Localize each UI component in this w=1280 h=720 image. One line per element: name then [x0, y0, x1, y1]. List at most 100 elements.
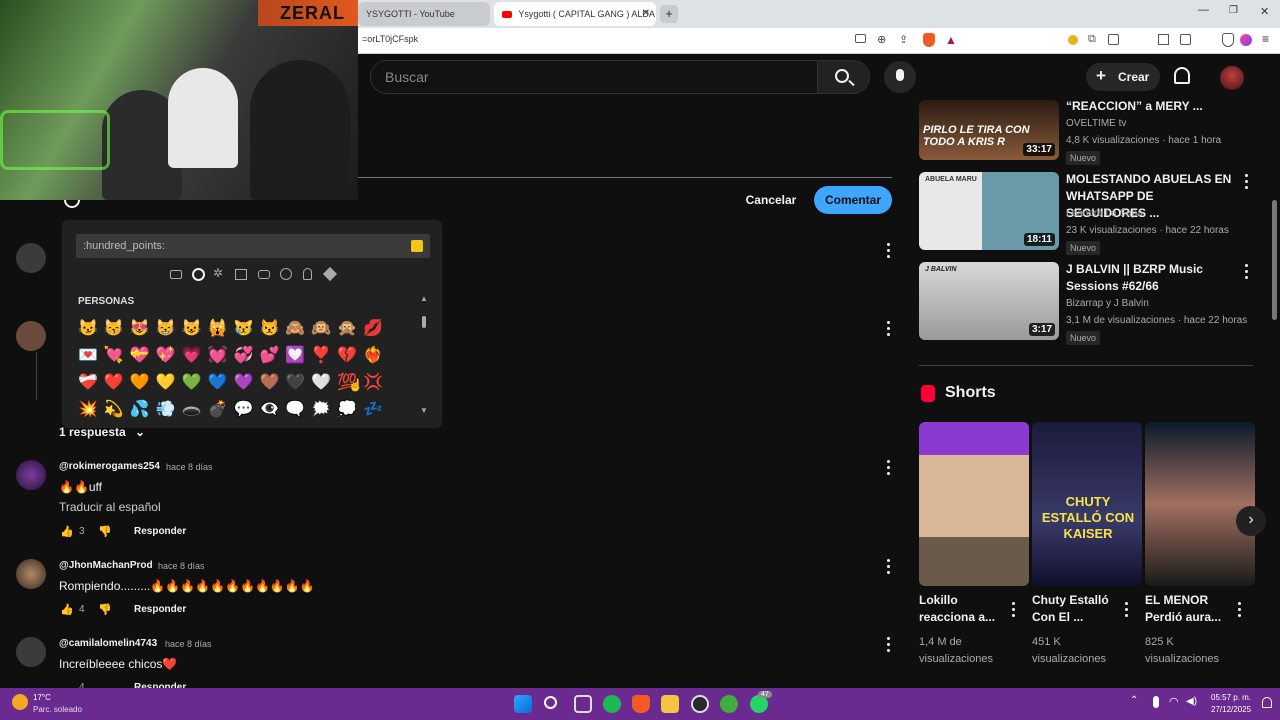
more-options-icon[interactable]: [887, 243, 891, 259]
more-options-icon[interactable]: [1125, 602, 1129, 618]
restore-icon[interactable]: ❐: [1229, 5, 1238, 16]
youtube-category-icon[interactable]: [170, 270, 182, 279]
weather-desc[interactable]: Parc. soleado: [33, 705, 82, 714]
obs-icon[interactable]: [691, 695, 709, 713]
dislike-icon[interactable]: 👎: [98, 603, 112, 616]
clock-time[interactable]: 05:57 p. m.: [1211, 693, 1251, 702]
video-title[interactable]: “REACCION” a MERY ...: [1066, 98, 1236, 115]
zoom-icon[interactable]: ⊕: [877, 33, 886, 46]
wifi-icon[interactable]: ◠: [1169, 695, 1179, 708]
emoji-row[interactable]: 😼😽😻😸😺🙀😿😾🙈🙉🙊💋: [78, 318, 389, 338]
travel-category-icon[interactable]: [258, 270, 270, 279]
reply-button[interactable]: Responder: [134, 604, 186, 615]
comment-submit-button[interactable]: Comentar: [814, 186, 892, 214]
channel-name[interactable]: Bizarrap y J Balvin: [1066, 298, 1149, 309]
windows-start-icon[interactable]: [514, 695, 532, 713]
wallet-icon[interactable]: [1108, 34, 1119, 45]
file-explorer-icon[interactable]: [661, 695, 679, 713]
avatar[interactable]: [16, 460, 46, 490]
more-options-icon[interactable]: [887, 559, 891, 575]
weather-temp[interactable]: 17°C: [33, 693, 51, 702]
brave-rewards-icon[interactable]: ▲: [945, 33, 957, 47]
like-icon[interactable]: 👍: [60, 603, 74, 616]
avatar[interactable]: [1220, 66, 1244, 90]
avatar[interactable]: [16, 637, 46, 667]
create-button[interactable]: + Crear: [1086, 63, 1160, 91]
new-tab-button[interactable]: +: [660, 5, 678, 23]
comment-time[interactable]: hace 8 días: [158, 561, 205, 571]
cast-icon[interactable]: [855, 34, 866, 43]
scrollbar-thumb[interactable]: [422, 316, 426, 328]
reply-button[interactable]: Responder: [134, 526, 186, 537]
symbols-category-icon[interactable]: [322, 266, 338, 282]
close-window-icon[interactable]: ✕: [1260, 5, 1269, 18]
cancel-button[interactable]: Cancelar: [734, 186, 808, 214]
mic-tray-icon[interactable]: [1153, 696, 1159, 708]
vpn-icon[interactable]: [1222, 33, 1234, 47]
more-options-icon[interactable]: [887, 637, 891, 653]
activity-category-icon[interactable]: [280, 268, 292, 280]
scroll-up-icon[interactable]: ▲: [420, 294, 428, 303]
extension-icon[interactable]: [1068, 35, 1078, 45]
voice-search-button[interactable]: [884, 61, 916, 93]
chevron-up-icon[interactable]: ⌃: [1130, 695, 1138, 706]
volume-icon[interactable]: ◀): [1186, 696, 1197, 707]
channel-name[interactable]: Leandro La Sapa: [1066, 208, 1143, 219]
comment-author[interactable]: @camilalomelin4743: [59, 638, 157, 649]
short-title[interactable]: EL MENOR Perdió aura...: [1145, 592, 1233, 626]
leo-icon[interactable]: [1240, 34, 1252, 46]
emoji-row[interactable]: 💌💘💝💖💗💓💞💕💟❣️💔❤️‍🔥: [78, 345, 389, 365]
more-options-icon[interactable]: [887, 460, 891, 476]
short-title[interactable]: Chuty Estalló Con El ...: [1032, 592, 1120, 626]
objects-category-icon[interactable]: [303, 268, 312, 280]
comment-time[interactable]: hace 8 días: [166, 462, 213, 472]
more-options-icon[interactable]: [1238, 602, 1242, 618]
sidebar-icon[interactable]: [1158, 34, 1169, 45]
smiley-category-icon[interactable]: [192, 268, 205, 281]
comment-time[interactable]: hace 8 días: [165, 639, 212, 649]
bookmarks-icon[interactable]: [1180, 34, 1191, 45]
video-thumbnail[interactable]: PIRLO LE TIRA CON TODO A KRIS R 33:17: [919, 100, 1059, 160]
more-options-icon[interactable]: [1245, 174, 1249, 190]
xbox-icon[interactable]: [720, 695, 738, 713]
avatar[interactable]: [16, 559, 46, 589]
video-thumbnail[interactable]: ABUELA MARU 18:11: [919, 172, 1059, 250]
scroll-down-icon[interactable]: ▼: [420, 406, 428, 415]
short-thumbnail[interactable]: CHUTY ESTALLÓ CON KAISER: [1032, 422, 1142, 586]
brave-shield-icon[interactable]: [923, 33, 935, 47]
search-button[interactable]: [818, 60, 870, 94]
url-field[interactable]: =orLT0jCFspk: [362, 34, 418, 44]
nature-category-icon[interactable]: ✲: [213, 266, 223, 280]
brave-icon[interactable]: [632, 695, 650, 713]
food-category-icon[interactable]: [235, 269, 247, 280]
translate-link[interactable]: Traducir al español: [59, 500, 161, 514]
page-scrollbar[interactable]: [1272, 200, 1277, 320]
search-input[interactable]: Buscar: [370, 60, 818, 94]
clock-date[interactable]: 27/12/2025: [1211, 705, 1251, 714]
task-view-icon[interactable]: [574, 695, 592, 713]
short-title[interactable]: Lokillo reacciona a...: [919, 592, 1007, 626]
notifications-icon[interactable]: [1262, 697, 1272, 708]
browser-tab[interactable]: YSYGOTTI - YouTube: [358, 2, 490, 26]
dislike-icon[interactable]: 👎: [98, 525, 112, 538]
menu-icon[interactable]: ≡: [1262, 32, 1269, 46]
short-thumbnail[interactable]: [1145, 422, 1255, 586]
comment-author[interactable]: @rokimerogames254: [59, 461, 160, 472]
more-options-icon[interactable]: [1012, 602, 1016, 618]
shorts-next-button[interactable]: ›: [1236, 506, 1266, 536]
share-icon[interactable]: ⇪: [899, 33, 908, 46]
minimize-icon[interactable]: —: [1198, 4, 1209, 16]
search-icon[interactable]: [544, 696, 557, 709]
comment-author[interactable]: @JhonMachanProd: [59, 560, 153, 571]
short-thumbnail[interactable]: [919, 422, 1029, 586]
spotify-icon[interactable]: [603, 695, 621, 713]
browser-tab-active[interactable]: Ysygotti ( CAPITAL GANG ) ALDA ✕: [494, 2, 656, 26]
video-title[interactable]: J BALVIN || BZRP Music Sessions #62/66: [1066, 261, 1236, 295]
weather-icon[interactable]: [12, 694, 28, 710]
channel-name[interactable]: OVELTIME tv: [1066, 118, 1126, 129]
bell-icon[interactable]: [1174, 67, 1190, 84]
emoji-search-input[interactable]: :hundred_points:: [76, 234, 430, 258]
puzzle-icon[interactable]: ⧉: [1088, 33, 1096, 46]
video-thumbnail[interactable]: J BALVIN 3:17: [919, 262, 1059, 340]
emoji-row[interactable]: ❤️‍🩹❤️🧡💛💚💙💜🤎🖤🤍💯💢: [78, 372, 389, 392]
